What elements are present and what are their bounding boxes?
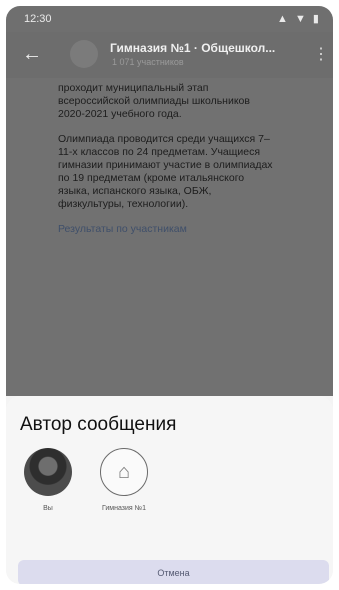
chat-avatar[interactable] — [70, 40, 98, 68]
author-bottom-sheet: Автор сообщения Вы ⌂ Гимназия №1 Отмена — [6, 396, 333, 584]
status-time: 12:30 — [24, 13, 52, 25]
message-link[interactable]: Результаты по участникам — [58, 223, 278, 236]
graduation-cap-icon: ⌂ — [117, 460, 131, 483]
back-arrow-icon[interactable]: ← — [20, 42, 44, 66]
chat-title[interactable]: Гимназия №1 · Общешкол... — [110, 41, 316, 55]
group-avatar: ⌂ — [100, 448, 148, 496]
status-bar: 12:30 ▲ ▼ ▮ — [6, 6, 333, 32]
more-vertical-icon[interactable]: ⋮ — [313, 44, 329, 64]
status-icons: ▲ ▼ ▮ — [277, 13, 321, 25]
author-option-group[interactable]: ⌂ Гимназия №1 — [92, 448, 156, 513]
message-bubble[interactable]: проходит муниципальный этап всероссийско… — [58, 82, 278, 248]
message-paragraph: проходит муниципальный этап всероссийско… — [58, 82, 250, 120]
author-option-self[interactable]: Вы — [16, 448, 80, 513]
chat-subtitle: 1 071 участников — [112, 57, 184, 67]
message-paragraph: Олимпиада проводится среди учащихся 7–11… — [58, 133, 273, 210]
chat-header: ← Гимназия №1 · Общешкол... 1 071 участн… — [6, 32, 333, 79]
user-avatar — [24, 448, 72, 496]
phone-screen: 12:30 ▲ ▼ ▮ ← Гимназия №1 · Общешкол... … — [6, 6, 333, 584]
author-option-label: Гимназия №1 — [101, 505, 147, 512]
cancel-button[interactable]: Отмена — [18, 560, 329, 584]
message-area: проходит муниципальный этап всероссийско… — [6, 78, 333, 396]
author-option-label: Вы — [43, 505, 53, 512]
sheet-title: Автор сообщения — [20, 414, 177, 435]
